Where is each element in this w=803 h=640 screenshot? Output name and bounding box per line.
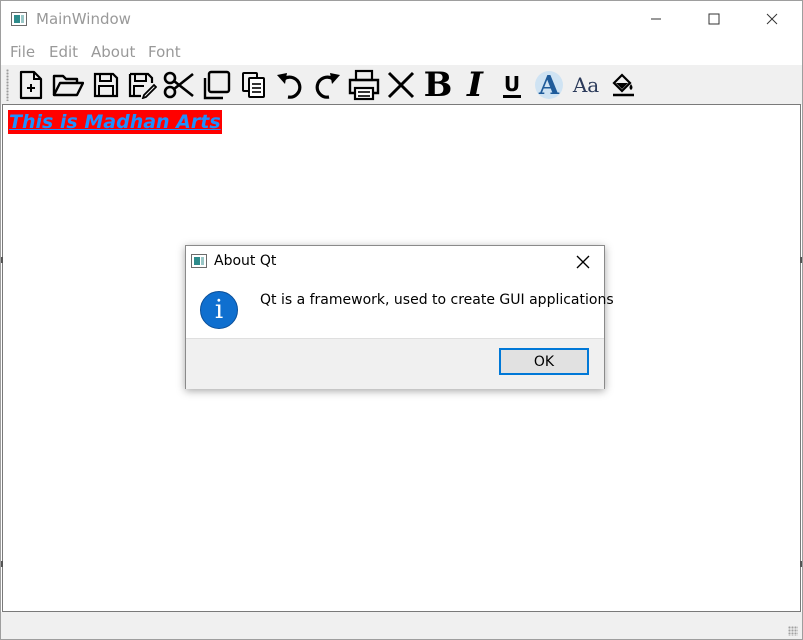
color-fill-button[interactable]: [606, 67, 640, 103]
paste-button[interactable]: [237, 67, 271, 103]
cut-button[interactable]: [162, 67, 196, 103]
save-as-icon: [128, 72, 157, 99]
dialog-title: About Qt: [214, 253, 277, 269]
redo-icon: [315, 73, 340, 99]
save-icon: [93, 72, 119, 98]
close-icon: [576, 255, 590, 269]
bold-icon: B: [423, 65, 453, 105]
copy-button[interactable]: [199, 67, 233, 103]
copy-icon: [203, 70, 231, 100]
window-title: MainWindow: [36, 10, 131, 28]
info-icon: i: [200, 291, 238, 329]
minimize-button[interactable]: [627, 1, 685, 37]
dialog-message: Qt is a framework, used to create GUI ap…: [260, 292, 614, 308]
clear-icon: [387, 71, 415, 99]
dialog-close-button[interactable]: [564, 249, 602, 275]
title-bar[interactable]: MainWindow: [1, 1, 802, 37]
save-button[interactable]: [89, 67, 123, 103]
new-button[interactable]: [14, 67, 48, 103]
menu-font[interactable]: Font: [148, 43, 181, 61]
font-icon: A: [535, 71, 563, 101]
ok-button[interactable]: OK: [499, 348, 589, 375]
menu-about[interactable]: About: [91, 43, 135, 61]
italic-button[interactable]: I: [458, 67, 492, 103]
print-button[interactable]: [347, 67, 381, 103]
menu-bar: File Edit About Font: [1, 41, 802, 65]
app-icon: [191, 254, 207, 268]
open-button[interactable]: [51, 67, 85, 103]
save-as-button[interactable]: [125, 67, 159, 103]
toolbar-grip[interactable]: [6, 69, 9, 101]
app-icon: [11, 12, 27, 26]
cut-icon: [163, 71, 194, 99]
bold-button[interactable]: B: [421, 67, 455, 103]
new-file-icon: [19, 70, 43, 100]
close-button[interactable]: [743, 1, 801, 37]
menu-file[interactable]: File: [10, 43, 35, 61]
dialog-button-bar: OK: [186, 338, 604, 389]
font-size-button[interactable]: Aa: [569, 67, 603, 103]
close-icon: [766, 13, 778, 25]
undo-button[interactable]: [273, 67, 307, 103]
info-glyph: i: [214, 295, 224, 325]
maximize-button[interactable]: [685, 1, 743, 37]
paste-icon: [242, 72, 265, 98]
side-marker: [1, 561, 3, 567]
menu-edit[interactable]: Edit: [49, 43, 78, 61]
status-bar: [1, 612, 802, 639]
italic-icon: I: [467, 65, 483, 105]
font-button[interactable]: A: [532, 67, 566, 103]
open-folder-icon: [52, 74, 84, 97]
side-marker: [1, 257, 3, 263]
color-fill-icon: [612, 73, 634, 97]
editor-text[interactable]: This is Madhan Arts: [8, 110, 222, 134]
maximize-icon: [708, 13, 720, 25]
font-size-icon: Aa: [572, 73, 600, 97]
toolbar: B I U A Aa: [1, 65, 802, 105]
side-marker: [800, 561, 802, 567]
minimize-icon: [651, 18, 661, 20]
underline-icon: U: [502, 71, 522, 98]
resize-grip[interactable]: [788, 626, 798, 636]
print-icon: [348, 69, 380, 101]
side-marker: [800, 257, 802, 263]
about-dialog: About Qt i Qt is a framework, used to cr…: [185, 245, 614, 389]
undo-icon: [277, 73, 302, 99]
clear-button[interactable]: [384, 67, 418, 103]
underline-button[interactable]: U: [495, 67, 529, 103]
redo-button[interactable]: [310, 67, 344, 103]
